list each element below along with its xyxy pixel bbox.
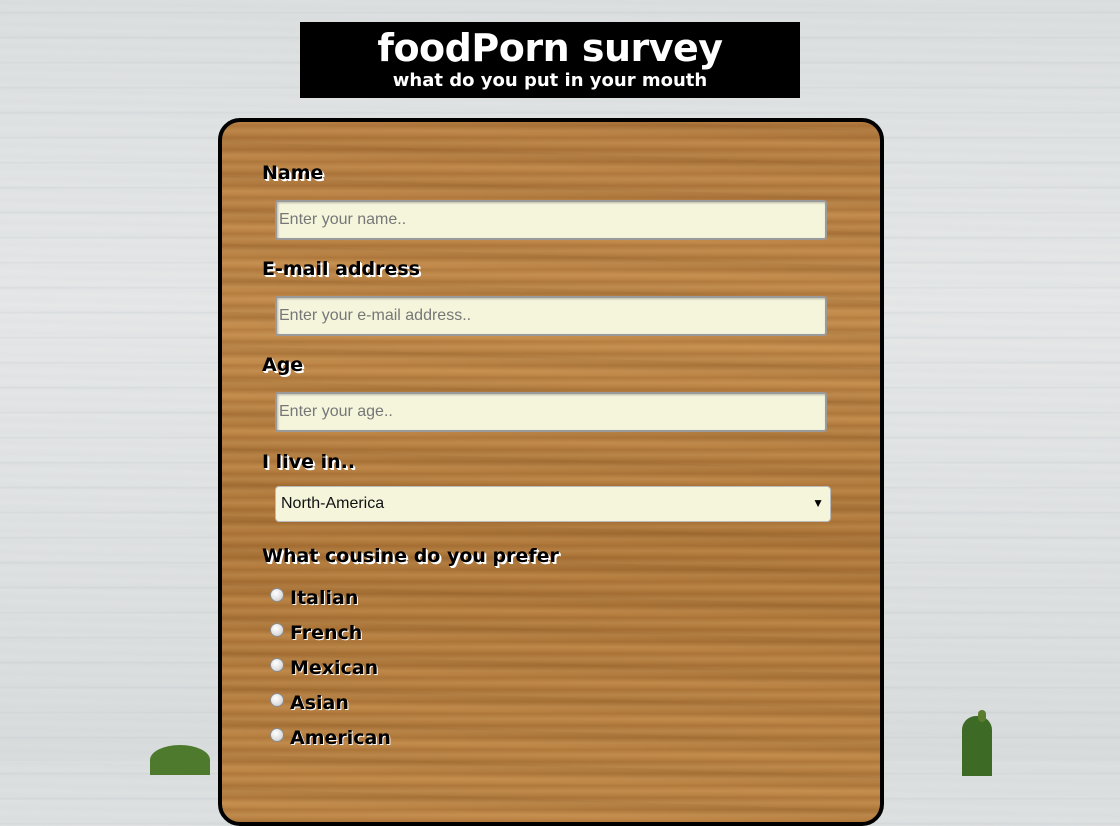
radio-option-asian[interactable]: Asian — [270, 692, 349, 714]
header-banner: foodPorn survey what do you put in your … — [300, 22, 800, 98]
dropdown-arrow-icon: ▼ — [812, 496, 824, 510]
cuisine-label: What cousine do you prefer — [262, 545, 559, 567]
location-select[interactable]: North-America ▼ — [275, 486, 831, 522]
age-input[interactable] — [275, 392, 827, 432]
radio-button[interactable] — [270, 623, 284, 637]
survey-form: Name E-mail address Age I live in.. Nort… — [218, 118, 884, 826]
radio-option-mexican[interactable]: Mexican — [270, 657, 378, 679]
location-selected-value: North-America — [281, 495, 385, 512]
radio-button[interactable] — [270, 728, 284, 742]
age-label: Age — [262, 354, 304, 376]
page-subtitle: what do you put in your mouth — [392, 70, 708, 91]
radio-option-italian[interactable]: Italian — [270, 587, 358, 609]
radio-button[interactable] — [270, 658, 284, 672]
radio-label: Mexican — [290, 657, 379, 679]
radio-label: French — [290, 622, 363, 644]
radio-option-french[interactable]: French — [270, 622, 362, 644]
radio-label: Asian — [290, 692, 349, 714]
name-label: Name — [262, 162, 324, 184]
email-label: E-mail address — [262, 258, 421, 280]
page-title: foodPorn survey — [377, 26, 723, 70]
radio-button[interactable] — [270, 588, 284, 602]
radio-label: Italian — [290, 587, 359, 609]
decorative-pepper — [962, 710, 992, 776]
name-input[interactable] — [275, 200, 827, 240]
decorative-broccoli — [150, 745, 210, 775]
radio-label: American — [290, 727, 391, 749]
radio-option-american[interactable]: American — [270, 727, 391, 749]
email-input[interactable] — [275, 296, 827, 336]
radio-button[interactable] — [270, 693, 284, 707]
location-label: I live in.. — [262, 451, 356, 473]
